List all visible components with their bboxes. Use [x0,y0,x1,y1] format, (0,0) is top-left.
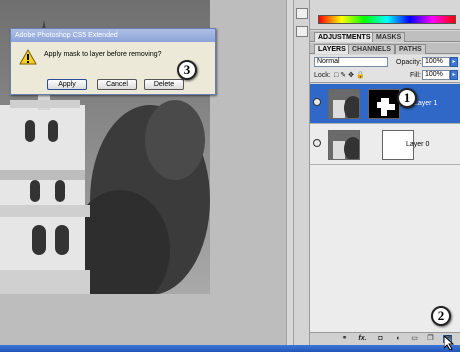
folder-icon[interactable]: ▭ [410,335,419,343]
adjustment-icon[interactable]: ◐ [394,335,403,343]
layer-mask-thumbnail[interactable] [368,89,400,119]
thumbnail-image [329,90,359,118]
callout-2: 2 [431,306,451,326]
tab-layers[interactable]: LAYERS [314,44,350,54]
lock-icons[interactable]: □✎✥🔒 [334,71,368,80]
history-panel-icon[interactable] [296,8,308,19]
adjustments-tabbar: ADJUSTMENTS MASKS [310,31,460,42]
fill-field[interactable]: 100% [422,70,450,80]
cancel-button[interactable]: Cancel [97,79,137,90]
layers-tabbar: LAYERS CHANNELS PATHS [310,43,460,54]
opacity-label: Opacity: [396,59,422,66]
tab-paths[interactable]: PATHS [395,44,426,54]
callout-3: 3 [177,60,197,80]
tab-channels[interactable]: CHANNELS [348,44,395,54]
mouse-cursor-icon [444,336,454,350]
tab-masks[interactable]: MASKS [372,32,406,42]
layer-thumbnail[interactable] [328,130,360,160]
eye-icon[interactable] [313,139,321,147]
layers-footer: ⚭ fx. ◘ ◐ ▭ ❐ 🗑 [310,332,460,345]
callout-1: 1 [397,88,417,108]
fill-label: Fill: [410,72,421,79]
layer-row-layer-0[interactable]: Layer 0 [310,125,460,165]
fx-icon[interactable]: fx. [358,335,367,343]
layer-name[interactable]: Layer 1 [414,100,437,107]
panel-icon-strip [294,0,310,345]
layers-controls: Normal Opacity: 100% ▸ Lock: □✎✥🔒 Fill: … [310,55,460,83]
layer-row-layer-1[interactable]: Layer 1 [310,84,460,124]
link-icon[interactable]: ⚭ [340,335,349,343]
actions-panel-icon[interactable] [296,26,308,37]
fill-arrow-icon[interactable]: ▸ [450,70,458,80]
delete-button[interactable]: Delete [144,79,184,90]
thumbnail-image [329,131,359,159]
tab-adjustments[interactable]: ADJUSTMENTS [314,32,375,42]
warning-icon [19,48,37,67]
layers-panel-group: ADJUSTMENTS MASKS LAYERS CHANNELS PATHS … [310,0,460,345]
apply-button[interactable]: Apply [47,79,87,90]
opacity-field[interactable]: 100% [422,57,450,67]
color-spectrum[interactable] [318,15,456,24]
mask-icon[interactable]: ◘ [376,335,385,343]
eye-icon[interactable] [313,98,321,106]
lock-label: Lock: [314,72,331,79]
opacity-arrow-icon[interactable]: ▸ [450,57,458,67]
dialog-title: Adobe Photoshop CS5 Extended [11,29,215,42]
layer-thumbnail[interactable] [328,89,360,119]
layer-name[interactable]: Layer 0 [406,141,429,148]
panel-divider[interactable] [286,0,294,352]
layer-list: Layer 1 Layer 0 [310,84,460,332]
new-layer-icon[interactable]: ❐ [426,335,435,343]
color-panel [310,0,460,30]
dialog-message: Apply mask to layer before removing? [44,51,162,58]
blend-mode-select[interactable]: Normal [314,57,388,67]
taskbar [0,345,460,352]
mask-shape [377,98,395,116]
